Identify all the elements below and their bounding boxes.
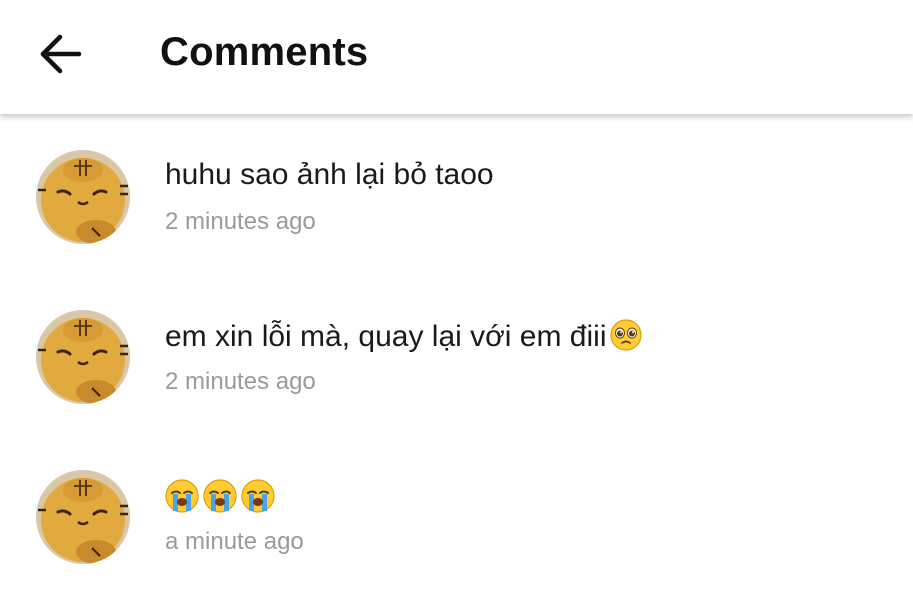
loudly-crying-face-icon <box>240 478 276 519</box>
page-title: Comments <box>160 30 369 74</box>
avatar[interactable] <box>36 310 130 404</box>
tiger-plush-avatar-icon <box>36 150 130 244</box>
comment-text: huhu sao ảnh lại bỏ taoo <box>165 158 494 191</box>
tiger-plush-avatar-icon <box>36 310 130 404</box>
loudly-crying-face-icon <box>164 478 200 519</box>
comment-timestamp: 2 minutes ago <box>165 368 316 395</box>
comment-emoji-row <box>164 478 276 519</box>
comment-text: em xin lỗi mà, quay lại với em điii <box>165 318 643 360</box>
comment-text-content: em xin lỗi mà, quay lại với em điii <box>165 320 607 353</box>
avatar[interactable] <box>36 470 130 564</box>
pleading-face-icon <box>609 318 643 360</box>
comment-item: a minute ago <box>0 434 913 594</box>
back-button[interactable] <box>28 28 92 80</box>
arrow-left-icon <box>40 34 82 74</box>
avatar[interactable] <box>36 150 130 244</box>
tiger-plush-avatar-icon <box>36 470 130 564</box>
comment-timestamp: a minute ago <box>165 528 304 555</box>
loudly-crying-face-icon <box>202 478 238 519</box>
comment-item: huhu sao ảnh lại bỏ taoo 2 minutes ago <box>0 114 913 274</box>
comment-timestamp: 2 minutes ago <box>165 208 316 235</box>
comment-item: em xin lỗi mà, quay lại với em điii 2 mi… <box>0 274 913 434</box>
app-header: Comments <box>0 0 913 114</box>
